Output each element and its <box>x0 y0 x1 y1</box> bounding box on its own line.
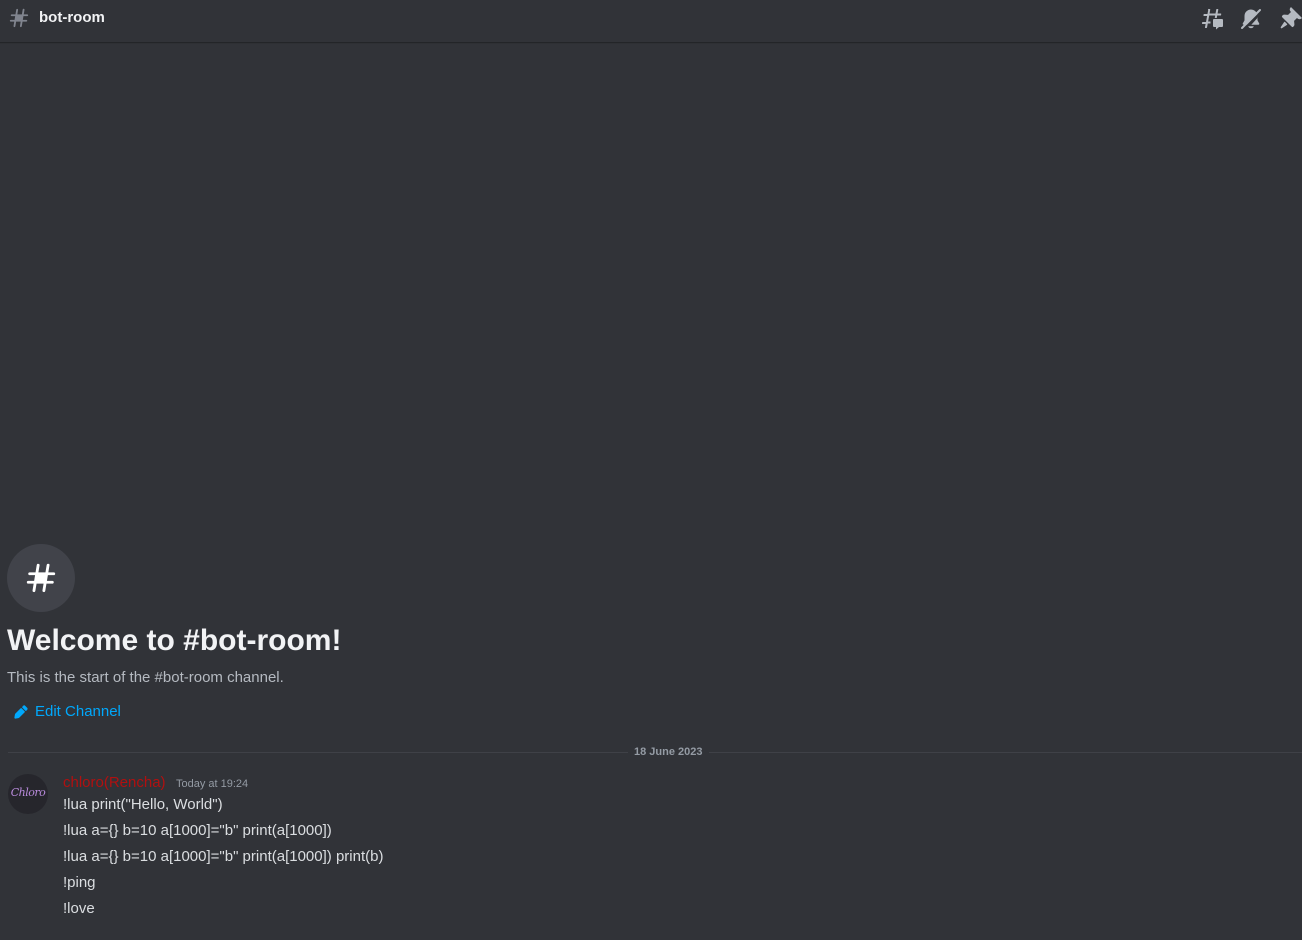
threads-icon[interactable] <box>1200 7 1224 31</box>
channel-welcome-hash-icon <box>7 544 75 612</box>
avatar[interactable]: Chloro <box>8 774 48 814</box>
message-header: chloro(Rencha) Today at 19:24 <box>63 773 248 793</box>
message-line: !lua a={} b=10 a[1000]="b" print(a[1000]… <box>63 848 384 865</box>
message-line: !love <box>63 900 95 917</box>
message-line: !ping <box>63 874 96 891</box>
message-line: !lua print("Hello, World") <box>63 796 223 813</box>
welcome-subtitle: This is the start of the #bot-room chann… <box>7 669 284 686</box>
discord-channel-view: bot-room Welcome to #bot-room! This is t… <box>0 0 1302 940</box>
date-divider-label: 18 June 2023 <box>628 744 709 760</box>
avatar-logo-text: Chloro <box>10 786 46 799</box>
edit-channel-label: Edit Channel <box>35 703 121 720</box>
pin-icon[interactable] <box>1278 7 1302 31</box>
notification-muted-icon[interactable] <box>1239 7 1263 31</box>
pencil-icon <box>14 705 28 719</box>
message-timestamp: Today at 19:24 <box>176 778 249 790</box>
message-username[interactable]: chloro(Rencha) <box>63 774 166 791</box>
message-line: !lua a={} b=10 a[1000]="b" print(a[1000]… <box>63 822 332 839</box>
welcome-title: Welcome to #bot-room! <box>7 624 342 657</box>
channel-name: bot-room <box>39 9 105 26</box>
channel-header: bot-room <box>0 0 1302 42</box>
text-channel-hash-icon <box>8 7 30 29</box>
edit-channel-button[interactable]: Edit Channel <box>13 701 121 723</box>
